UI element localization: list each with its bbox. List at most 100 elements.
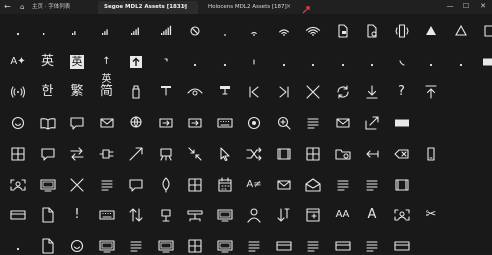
partial-shape-icon[interactable]: [334, 237, 352, 255]
partial-rect-icon[interactable]: [157, 237, 175, 255]
corner-arrow-icon[interactable]: [157, 53, 175, 71]
easel-icon[interactable]: [157, 145, 175, 163]
tab-panel-icon[interactable]: [216, 206, 234, 224]
shuffle-icon[interactable]: [245, 145, 263, 163]
sort-arrows-icon[interactable]: [127, 206, 145, 224]
bullet-icon[interactable]: [9, 22, 27, 40]
settings-doc-icon[interactable]: [363, 22, 381, 40]
globe-download-icon[interactable]: [127, 114, 145, 132]
scissors-icon[interactable]: ✂: [422, 206, 440, 224]
upload-top-icon[interactable]: [422, 83, 440, 101]
diagonal-arrow-icon[interactable]: [127, 145, 145, 163]
person-icon[interactable]: [245, 206, 263, 224]
locked-doc-icon[interactable]: [334, 22, 352, 40]
phone-outline-icon[interactable]: [422, 145, 440, 163]
tick-mark-icon[interactable]: [245, 53, 263, 71]
grid-icon[interactable]: [9, 145, 27, 163]
wifi-4-icon[interactable]: [304, 22, 322, 40]
triangle-filled-icon[interactable]: [422, 22, 440, 40]
next-track-icon[interactable]: [275, 83, 293, 101]
sparkle-a-icon[interactable]: A✦: [9, 53, 27, 71]
export-box-icon[interactable]: [186, 114, 204, 132]
camera-rotate-icon[interactable]: [245, 114, 263, 132]
partial-rect-icon[interactable]: [98, 237, 116, 255]
partial-shape-icon[interactable]: [393, 237, 411, 255]
font-outline-icon[interactable]: A: [363, 206, 381, 224]
open-book-icon[interactable]: [39, 114, 57, 132]
partial-line-icon[interactable]: [304, 237, 322, 255]
share-icon[interactable]: [363, 114, 381, 132]
phone-icon[interactable]: [393, 53, 411, 71]
tab-holocens-mdl2[interactable]: Holocens MDL2 Assets [187]: [202, 1, 296, 14]
previous-track-icon[interactable]: [245, 83, 263, 101]
korean-han-icon[interactable]: 한: [39, 83, 57, 101]
partial-doc-icon[interactable]: [39, 237, 57, 255]
film-strip-icon[interactable]: [393, 176, 411, 194]
small-dot-icon[interactable]: [452, 53, 470, 71]
square-outline-icon[interactable]: [481, 22, 492, 40]
chat-bubble-icon[interactable]: [127, 176, 145, 194]
partial-line-icon[interactable]: [127, 237, 145, 255]
partial-line-icon[interactable]: [363, 237, 381, 255]
signal-bars-2-icon[interactable]: [68, 22, 86, 40]
partial-rect-icon[interactable]: [216, 237, 234, 255]
small-dot-icon[interactable]: [216, 53, 234, 71]
leaf-icon[interactable]: [157, 176, 175, 194]
blocked-icon[interactable]: [186, 22, 204, 40]
signal-bars-3-icon[interactable]: [98, 22, 116, 40]
small-dot-icon[interactable]: [422, 53, 440, 71]
home-icon[interactable]: ⌂: [20, 2, 24, 12]
small-dot-icon[interactable]: [334, 53, 352, 71]
up-arrow-box-icon[interactable]: [127, 53, 145, 71]
download-icon[interactable]: [363, 83, 381, 101]
signal-bars-4-icon[interactable]: [127, 22, 145, 40]
small-dot-icon[interactable]: [186, 53, 204, 71]
network-icon[interactable]: [186, 206, 204, 224]
horizontal-lines-icon[interactable]: [334, 176, 352, 194]
tab-close-icon[interactable]: ×: [182, 3, 187, 11]
partial-globe-icon[interactable]: [68, 237, 86, 255]
wifi-2-icon[interactable]: [245, 22, 263, 40]
dash-lines-icon[interactable]: [363, 176, 381, 194]
mail-fill-icon[interactable]: [334, 114, 352, 132]
list-icon[interactable]: [98, 176, 116, 194]
swap-arrows-icon[interactable]: [68, 145, 86, 163]
wifi-1-icon[interactable]: [216, 22, 234, 40]
partial-grid-icon[interactable]: [186, 237, 204, 255]
font-size-icon[interactable]: A𝖠: [334, 206, 352, 224]
tab-close-icon[interactable]: ×: [286, 3, 291, 11]
device-stand-icon[interactable]: [157, 206, 175, 224]
minimize-button[interactable]: —: [442, 0, 458, 14]
chinese-ying-box-icon[interactable]: 英: [68, 53, 86, 71]
font-sparkle-icon[interactable]: A≠: [245, 176, 263, 194]
import-icon[interactable]: [157, 114, 175, 132]
emoji-icon[interactable]: [9, 114, 27, 132]
keyboard-box-icon[interactable]: [98, 206, 116, 224]
filled-rectangle-icon[interactable]: [481, 53, 492, 71]
calendar-icon[interactable]: [216, 176, 234, 194]
help-icon[interactable]: ?: [393, 83, 411, 101]
alert-icon[interactable]: !: [68, 206, 86, 224]
triangle-outline-icon[interactable]: [452, 22, 470, 40]
close-button[interactable]: ✕: [475, 0, 491, 14]
zoom-icon[interactable]: [275, 114, 293, 132]
partial-line-icon[interactable]: [245, 237, 263, 255]
table-icon[interactable]: [304, 145, 322, 163]
usb-stick-icon[interactable]: [127, 83, 145, 101]
tab-box-icon[interactable]: [304, 206, 322, 224]
back-arrow-icon[interactable]: ←: [4, 2, 11, 12]
small-dot-icon[interactable]: [304, 53, 322, 71]
payment-card-icon[interactable]: [9, 206, 27, 224]
phone-vibrate-icon[interactable]: [393, 22, 411, 40]
monitor-icon[interactable]: [39, 176, 57, 194]
list-lines-icon[interactable]: [304, 114, 322, 132]
close-x-icon[interactable]: [68, 176, 86, 194]
small-dot-icon[interactable]: [363, 53, 381, 71]
sort-down-icon[interactable]: [275, 206, 293, 224]
contact-frame-icon[interactable]: [9, 176, 27, 194]
sync-icon[interactable]: [334, 83, 352, 101]
collapse-arrows-icon[interactable]: [186, 145, 204, 163]
mail-read-icon[interactable]: [275, 176, 293, 194]
film-icon[interactable]: [275, 145, 293, 163]
close-x-icon[interactable]: [304, 83, 322, 101]
